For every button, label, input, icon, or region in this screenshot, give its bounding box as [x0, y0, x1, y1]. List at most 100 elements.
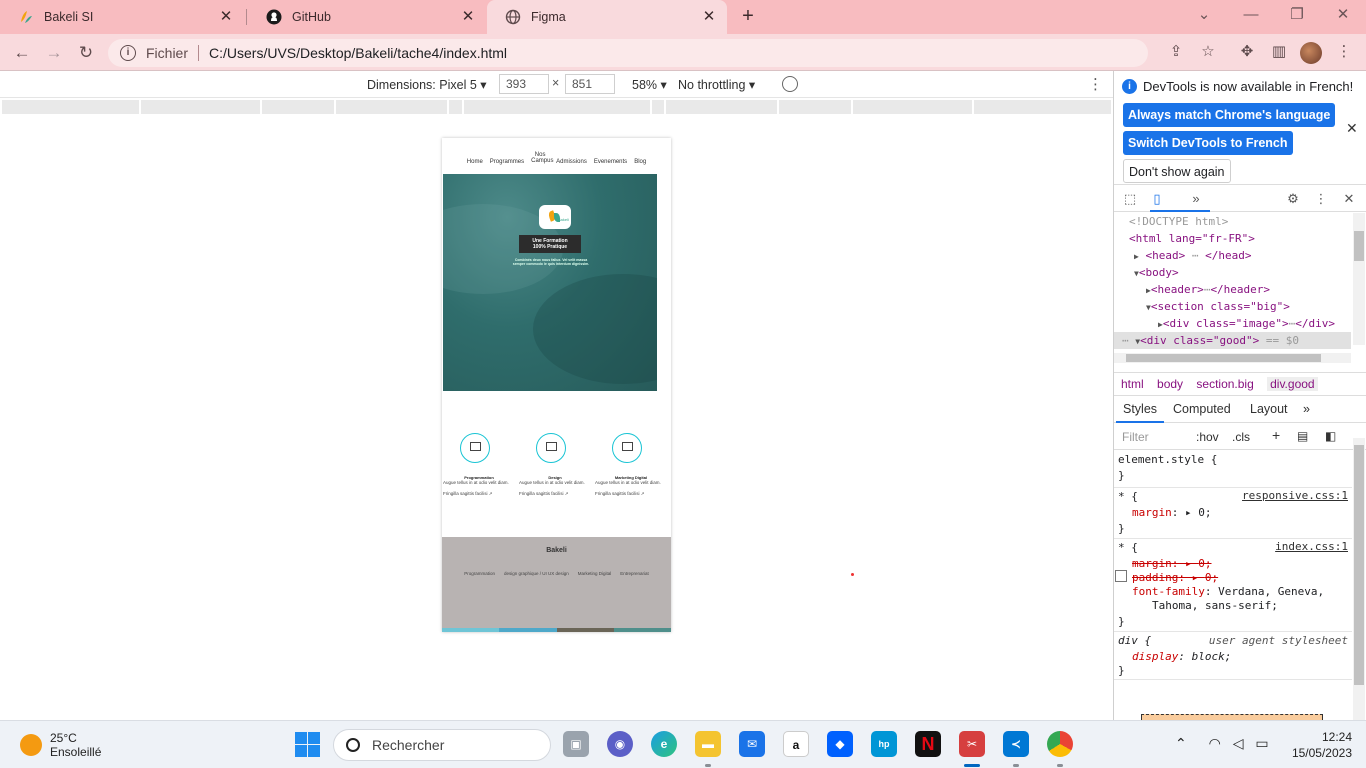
chrome-icon[interactable]	[1047, 731, 1073, 757]
snipping-tool-icon[interactable]: ✂	[959, 731, 985, 757]
rule-declaration-overridden[interactable]: padding: ▸ 0;	[1132, 570, 1218, 585]
tab-computed[interactable]: Computed	[1173, 402, 1231, 416]
breadcrumb-item-current[interactable]: div.good	[1267, 377, 1318, 391]
device-width-input[interactable]: 393	[499, 74, 549, 94]
feature-link[interactable]: Fringilla sagittis facilisi ↗	[519, 491, 589, 497]
dom-scroll-thumb[interactable]	[1354, 231, 1364, 261]
media-query-segment[interactable]	[666, 100, 777, 114]
file-explorer-icon[interactable]: ▬	[695, 731, 721, 757]
close-devtools-icon[interactable]: ✕	[1341, 191, 1357, 207]
rule-selector[interactable]: element.style {	[1118, 452, 1217, 467]
media-query-segment[interactable]	[464, 100, 650, 114]
side-panel-icon[interactable]: ▥	[1269, 42, 1289, 62]
volume-icon[interactable]: ◁	[1233, 735, 1244, 751]
dom-hscroll-thumb[interactable]	[1126, 354, 1321, 362]
media-query-segment[interactable]	[141, 100, 260, 114]
address-bar[interactable]: i Fichier C:/Users/UVS/Desktop/Bakeli/ta…	[108, 39, 1148, 67]
feature-link[interactable]: Fringilla sagittis facilisi ↗	[443, 491, 513, 497]
dom-node[interactable]: ▶ <head> ⋯ </head>	[1114, 247, 1351, 264]
media-query-segment[interactable]	[449, 100, 462, 114]
vscode-icon[interactable]: ≺	[1003, 731, 1029, 757]
battery-icon[interactable]: ▭	[1255, 735, 1268, 751]
rule-source-link[interactable]: responsive.css:1	[1242, 489, 1348, 502]
forward-button[interactable]: →	[41, 40, 67, 66]
close-tab-icon[interactable]: ✕	[701, 9, 717, 25]
nav-link[interactable]: Blog	[634, 159, 646, 172]
feature-link[interactable]: Fringilla sagittis facilisi ↗	[595, 491, 665, 497]
throttling-select[interactable]: No throttling ▾	[678, 77, 755, 92]
media-query-segment[interactable]	[2, 100, 139, 114]
chat-icon[interactable]: ◉	[607, 731, 633, 757]
tab-styles[interactable]: Styles	[1123, 402, 1157, 416]
back-button[interactable]: ←	[9, 40, 35, 66]
tab-search-icon[interactable]: ⌄	[1190, 3, 1218, 27]
netflix-icon[interactable]: N	[915, 731, 941, 757]
device-more-icon[interactable]: ⋮	[1088, 75, 1103, 93]
dom-node-selected[interactable]: ⋯ ▼<div class="good"> == $0	[1114, 332, 1351, 349]
media-query-segment[interactable]	[853, 100, 972, 114]
nav-link[interactable]: Nos Campus	[531, 152, 553, 172]
close-tab-icon[interactable]: ✕	[218, 9, 234, 25]
settings-gear-icon[interactable]: ⚙	[1285, 191, 1301, 207]
device-dimensions-select[interactable]: Dimensions: Pixel 5 ▾	[367, 77, 487, 92]
restore-button[interactable]: ❐	[1283, 3, 1311, 27]
dom-node[interactable]: <html lang="fr-FR">	[1114, 230, 1351, 247]
new-rule-icon[interactable]: +	[1272, 427, 1280, 443]
address-url[interactable]: C:/Users/UVS/Desktop/Bakeli/tache4/index…	[209, 45, 507, 61]
reload-button[interactable]: ↻	[73, 40, 99, 66]
styles-scroll-thumb[interactable]	[1354, 445, 1364, 685]
paint-icon[interactable]: ▤	[1297, 429, 1308, 443]
minimize-button[interactable]: —	[1237, 3, 1265, 27]
share-icon[interactable]: ⇪	[1166, 42, 1186, 62]
devtools-menu-icon[interactable]: ⋮	[1313, 191, 1329, 207]
tab-layout[interactable]: Layout	[1250, 402, 1288, 416]
expand-triangle-icon[interactable]: ▶	[1134, 252, 1139, 261]
device-toggle-icon[interactable]: ▯	[1149, 191, 1165, 207]
more-tabs-icon[interactable]: »	[1188, 191, 1204, 207]
nav-link[interactable]: Evenements	[594, 159, 627, 172]
inspect-element-icon[interactable]: ⬚	[1122, 191, 1138, 207]
rule-selector[interactable]: * {	[1118, 489, 1138, 504]
amazon-icon[interactable]: a	[783, 731, 809, 757]
breadcrumb-item[interactable]: body	[1157, 377, 1183, 391]
filter-input[interactable]: Filter	[1122, 430, 1149, 444]
media-query-segment[interactable]	[974, 100, 1111, 114]
zoom-select[interactable]: 58% ▾	[632, 77, 667, 92]
footer-link[interactable]: Marketing Digital	[578, 571, 612, 576]
match-language-button[interactable]: Always match Chrome's language	[1123, 103, 1336, 127]
cls-toggle[interactable]: .cls	[1232, 430, 1250, 444]
footer-link[interactable]: design graphique / UI UX design	[504, 571, 569, 576]
tab-bakeli[interactable]: Bakeli SI ✕	[0, 0, 244, 34]
taskbar-search[interactable]: Rechercher	[333, 729, 551, 761]
rule-declaration[interactable]: font-family: Verdana, Geneva,	[1132, 584, 1324, 599]
chrome-menu-icon[interactable]: ⋮	[1334, 42, 1354, 62]
dom-node[interactable]: ▶<header>⋯</header>	[1114, 281, 1351, 298]
dom-node[interactable]: ▼<section class="big">	[1114, 298, 1351, 315]
media-query-segment[interactable]	[262, 100, 334, 114]
bookmark-star-icon[interactable]: ☆	[1198, 42, 1218, 62]
rule-source-link[interactable]: index.css:1	[1275, 540, 1348, 553]
tab-figma[interactable]: Figma ✕	[487, 0, 727, 34]
dropbox-icon[interactable]: ◆	[827, 731, 853, 757]
breadcrumb-item[interactable]: html	[1121, 377, 1144, 391]
profile-avatar[interactable]	[1300, 42, 1322, 64]
tab-github[interactable]: GitHub ✕	[248, 0, 486, 34]
hov-toggle[interactable]: :hov	[1196, 430, 1219, 444]
media-query-segment[interactable]	[652, 100, 664, 114]
extensions-icon[interactable]: ✥	[1237, 42, 1257, 62]
mail-icon[interactable]: ✉	[739, 731, 765, 757]
dom-node[interactable]: ▼<body>	[1114, 264, 1351, 281]
footer-link[interactable]: Programmation	[464, 571, 495, 576]
rule-declaration-overridden[interactable]: margin: ▸ 0;	[1132, 556, 1212, 571]
rule-selector[interactable]: div {	[1118, 633, 1151, 648]
rotate-icon[interactable]	[782, 76, 798, 92]
nav-link[interactable]: Programmes	[490, 159, 524, 172]
nav-link[interactable]: Admissions	[556, 159, 587, 172]
site-info-icon[interactable]: i	[120, 45, 136, 61]
more-tabs-icon[interactable]: »	[1303, 402, 1310, 416]
nav-link[interactable]: Home	[467, 159, 483, 172]
media-query-segment[interactable]	[779, 100, 851, 114]
dom-node[interactable]: ▶<div class="image">⋯</div>	[1114, 315, 1351, 332]
close-tab-icon[interactable]: ✕	[460, 9, 476, 25]
new-tab-button[interactable]: +	[736, 5, 760, 29]
